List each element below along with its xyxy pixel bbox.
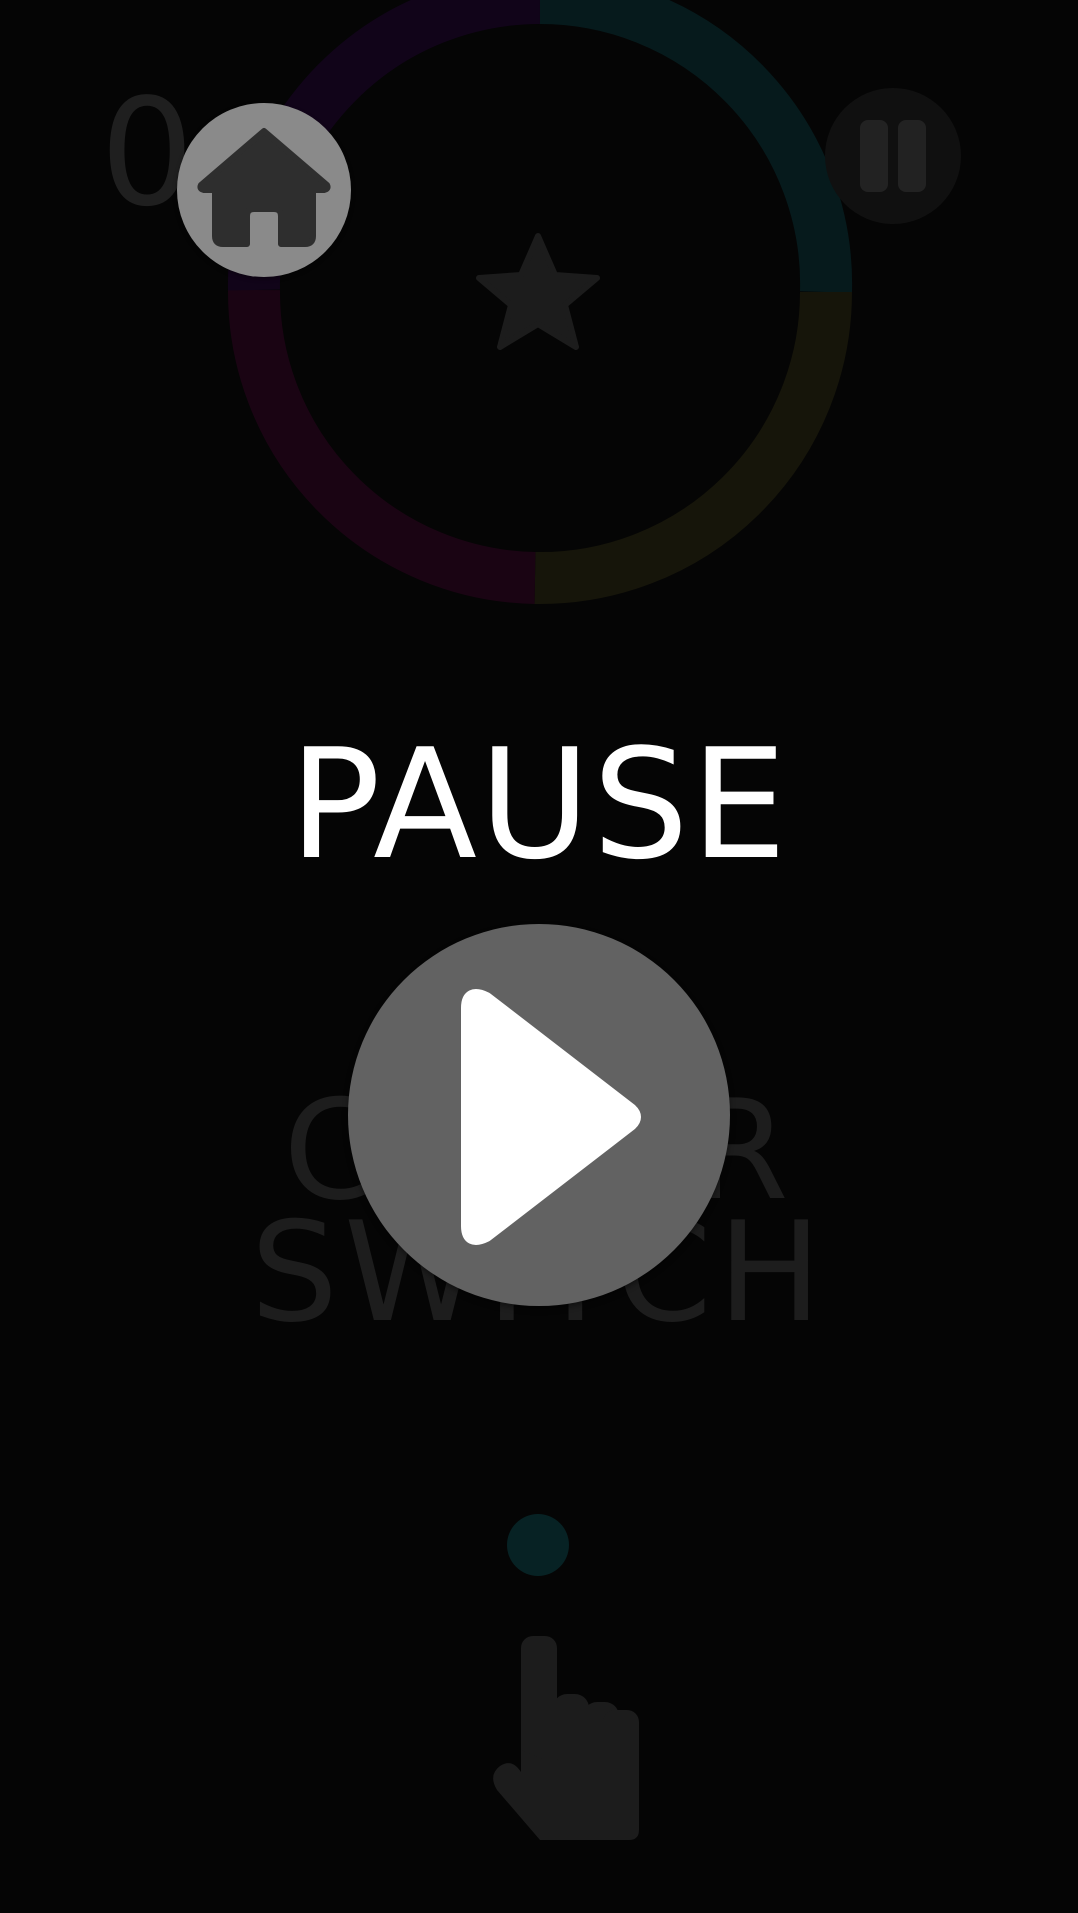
- star-icon: [476, 233, 600, 350]
- ring-segment-yellow: [534, 291, 852, 605]
- play-icon: [461, 989, 641, 1245]
- ring-segment-magenta: [227, 289, 536, 604]
- game-screen: 0 COLOR SWITCH PAUSE: [0, 0, 1078, 1913]
- ring-segment-teal: [539, 0, 853, 293]
- resume-button[interactable]: [348, 924, 730, 1306]
- pause-heading: PAUSE: [289, 716, 789, 893]
- tap-hand-icon: [493, 1636, 639, 1840]
- pause-button: [825, 88, 961, 224]
- home-icon: [197, 128, 331, 247]
- home-button[interactable]: [177, 103, 351, 277]
- player-ball: [507, 1514, 569, 1576]
